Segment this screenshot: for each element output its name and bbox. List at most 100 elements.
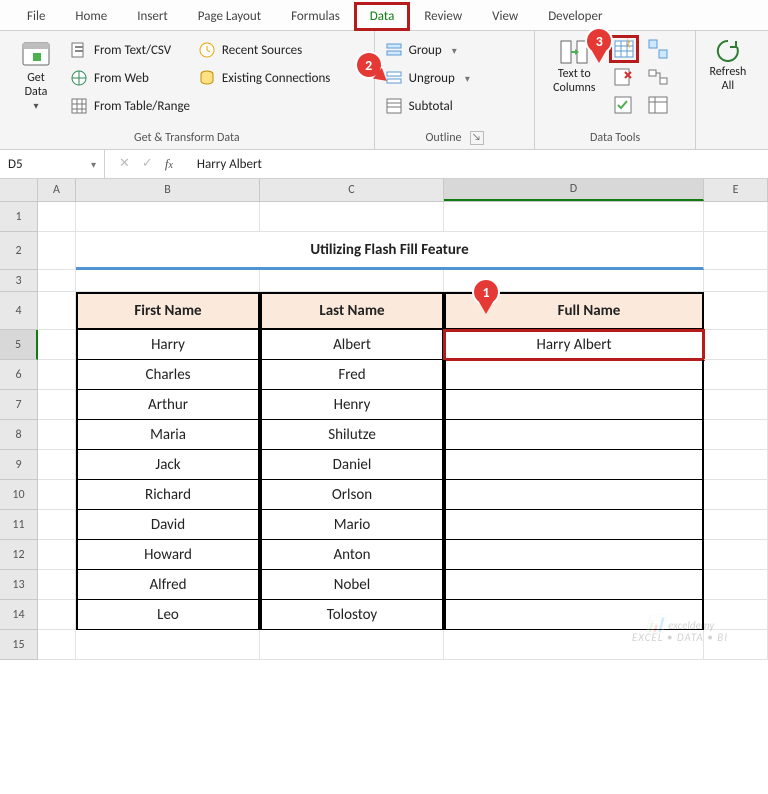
row-1: 1 bbox=[0, 202, 768, 232]
cell-D10[interactable] bbox=[444, 480, 704, 510]
annotation-bubble-1: 1 bbox=[474, 280, 498, 304]
row-4: 4 First Name Last Name Full Name 1 bbox=[0, 292, 768, 330]
recent-sources-button[interactable]: Recent Sources bbox=[198, 39, 330, 61]
from-textcsv-button[interactable]: From Text/CSV bbox=[70, 39, 190, 61]
get-data-button[interactable]: Get Data ▾ bbox=[10, 33, 62, 113]
cell-D8[interactable] bbox=[444, 420, 704, 450]
col-header-A[interactable]: A bbox=[38, 179, 76, 201]
table-header-firstname: First Name bbox=[76, 292, 260, 330]
from-web-button[interactable]: From Web bbox=[70, 67, 190, 89]
cell-C6[interactable]: Fred bbox=[260, 360, 444, 390]
annotation-bubble-2: 2 bbox=[357, 53, 381, 77]
row-header-7[interactable]: 7 bbox=[0, 390, 38, 420]
row-header-2[interactable]: 2 bbox=[0, 232, 38, 270]
cell-B6[interactable]: Charles bbox=[76, 360, 260, 390]
cell-B8[interactable]: Maria bbox=[76, 420, 260, 450]
from-web-label: From Web bbox=[94, 71, 149, 86]
cell-C14[interactable]: Tolostoy bbox=[260, 600, 444, 630]
refresh-all-button[interactable]: Refresh All bbox=[706, 33, 750, 93]
cell-D7[interactable] bbox=[444, 390, 704, 420]
cell-C13[interactable]: Nobel bbox=[260, 570, 444, 600]
data-validation-button[interactable] bbox=[611, 93, 637, 117]
col-header-D[interactable]: D bbox=[444, 179, 704, 201]
cell-D12[interactable] bbox=[444, 540, 704, 570]
recent-sources-label: Recent Sources bbox=[222, 43, 302, 58]
group-label-datatools: Data Tools bbox=[590, 131, 640, 145]
refresh-all-label: Refresh All bbox=[709, 65, 746, 93]
cell-C5[interactable]: Albert bbox=[260, 330, 444, 360]
connections-icon bbox=[198, 69, 216, 87]
from-table-button[interactable]: From Table/Range bbox=[70, 95, 190, 117]
select-all-corner[interactable] bbox=[0, 179, 38, 201]
formula-enter-icon[interactable]: ✓ bbox=[142, 156, 153, 172]
cell-B11[interactable]: David bbox=[76, 510, 260, 540]
row-header-15[interactable]: 15 bbox=[0, 630, 38, 660]
row-9: 9 Jack Daniel bbox=[0, 450, 768, 480]
remove-duplicates-button[interactable] bbox=[611, 65, 637, 89]
col-header-C[interactable]: C bbox=[260, 179, 444, 201]
row-header-13[interactable]: 13 bbox=[0, 570, 38, 600]
cell-B7[interactable]: Arthur bbox=[76, 390, 260, 420]
tab-insert[interactable]: Insert bbox=[122, 3, 183, 30]
existing-connections-button[interactable]: Existing Connections bbox=[198, 67, 330, 89]
relationships-button[interactable] bbox=[645, 65, 671, 89]
tab-file[interactable]: File bbox=[12, 3, 60, 30]
cell-D13[interactable] bbox=[444, 570, 704, 600]
table-header-lastname: Last Name bbox=[260, 292, 444, 330]
fx-icon[interactable]: fx bbox=[165, 156, 173, 172]
cell-C9[interactable]: Daniel bbox=[260, 450, 444, 480]
consolidate-button[interactable] bbox=[645, 37, 671, 61]
cell-B5[interactable]: Harry bbox=[76, 330, 260, 360]
tab-formulas[interactable]: Formulas bbox=[276, 3, 355, 30]
cell-C11[interactable]: Mario bbox=[260, 510, 444, 540]
cell-C7[interactable]: Henry bbox=[260, 390, 444, 420]
ungroup-label: Ungroup bbox=[409, 71, 455, 86]
cell-C12[interactable]: Anton bbox=[260, 540, 444, 570]
tab-data[interactable]: Data bbox=[355, 3, 410, 30]
group-label-get-transform: Get & Transform Data bbox=[134, 131, 240, 145]
chevron-down-icon: ▾ bbox=[33, 99, 38, 113]
cell-D6[interactable] bbox=[444, 360, 704, 390]
tab-home[interactable]: Home bbox=[60, 3, 122, 30]
tab-review[interactable]: Review bbox=[409, 3, 477, 30]
row-header-6[interactable]: 6 bbox=[0, 360, 38, 390]
row-header-3[interactable]: 3 bbox=[0, 270, 38, 292]
name-box[interactable]: D5 ▾ bbox=[0, 150, 105, 178]
row-header-14[interactable]: 14 bbox=[0, 600, 38, 630]
flash-fill-button[interactable] bbox=[611, 37, 637, 61]
cell-D9[interactable] bbox=[444, 450, 704, 480]
cell-D11[interactable] bbox=[444, 510, 704, 540]
row-5: 5 Harry Albert Harry Albert bbox=[0, 330, 768, 360]
cell-C8[interactable]: Shilutze bbox=[260, 420, 444, 450]
row-header-4[interactable]: 4 bbox=[0, 292, 38, 330]
row-11: 11 David Mario bbox=[0, 510, 768, 540]
cell-B13[interactable]: Alfred bbox=[76, 570, 260, 600]
col-header-B[interactable]: B bbox=[76, 179, 260, 201]
row-header-8[interactable]: 8 bbox=[0, 420, 38, 450]
formula-input[interactable]: Harry Albert bbox=[187, 157, 768, 172]
group-rows-button[interactable]: Group ▾ bbox=[385, 39, 470, 61]
cell-B9[interactable]: Jack bbox=[76, 450, 260, 480]
cell-B12[interactable]: Howard bbox=[76, 540, 260, 570]
remove-duplicates-icon bbox=[613, 66, 635, 88]
ungroup-button[interactable]: Ungroup ▾ bbox=[385, 67, 470, 89]
row-header-12[interactable]: 12 bbox=[0, 540, 38, 570]
cell-D5[interactable]: Harry Albert bbox=[444, 330, 704, 360]
tab-pagelayout[interactable]: Page Layout bbox=[183, 3, 276, 30]
row-header-5[interactable]: 5 bbox=[0, 330, 38, 360]
cell-B10[interactable]: Richard bbox=[76, 480, 260, 510]
cell-C10[interactable]: Orlson bbox=[260, 480, 444, 510]
subtotal-button[interactable]: Subtotal bbox=[385, 95, 470, 117]
row-header-11[interactable]: 11 bbox=[0, 510, 38, 540]
cell-B14[interactable]: Leo bbox=[76, 600, 260, 630]
watermark: 📊 exceldemy EXCEL • DATA • BI bbox=[632, 619, 728, 644]
row-header-1[interactable]: 1 bbox=[0, 202, 38, 232]
row-header-10[interactable]: 10 bbox=[0, 480, 38, 510]
formula-cancel-icon[interactable]: ✕ bbox=[119, 156, 130, 172]
col-header-E[interactable]: E bbox=[704, 179, 768, 201]
tab-developer[interactable]: Developer bbox=[533, 3, 617, 30]
tab-view[interactable]: View bbox=[477, 3, 533, 30]
outline-launcher[interactable]: ↘ bbox=[470, 131, 484, 145]
row-header-9[interactable]: 9 bbox=[0, 450, 38, 480]
manage-data-model-button[interactable] bbox=[645, 93, 671, 117]
